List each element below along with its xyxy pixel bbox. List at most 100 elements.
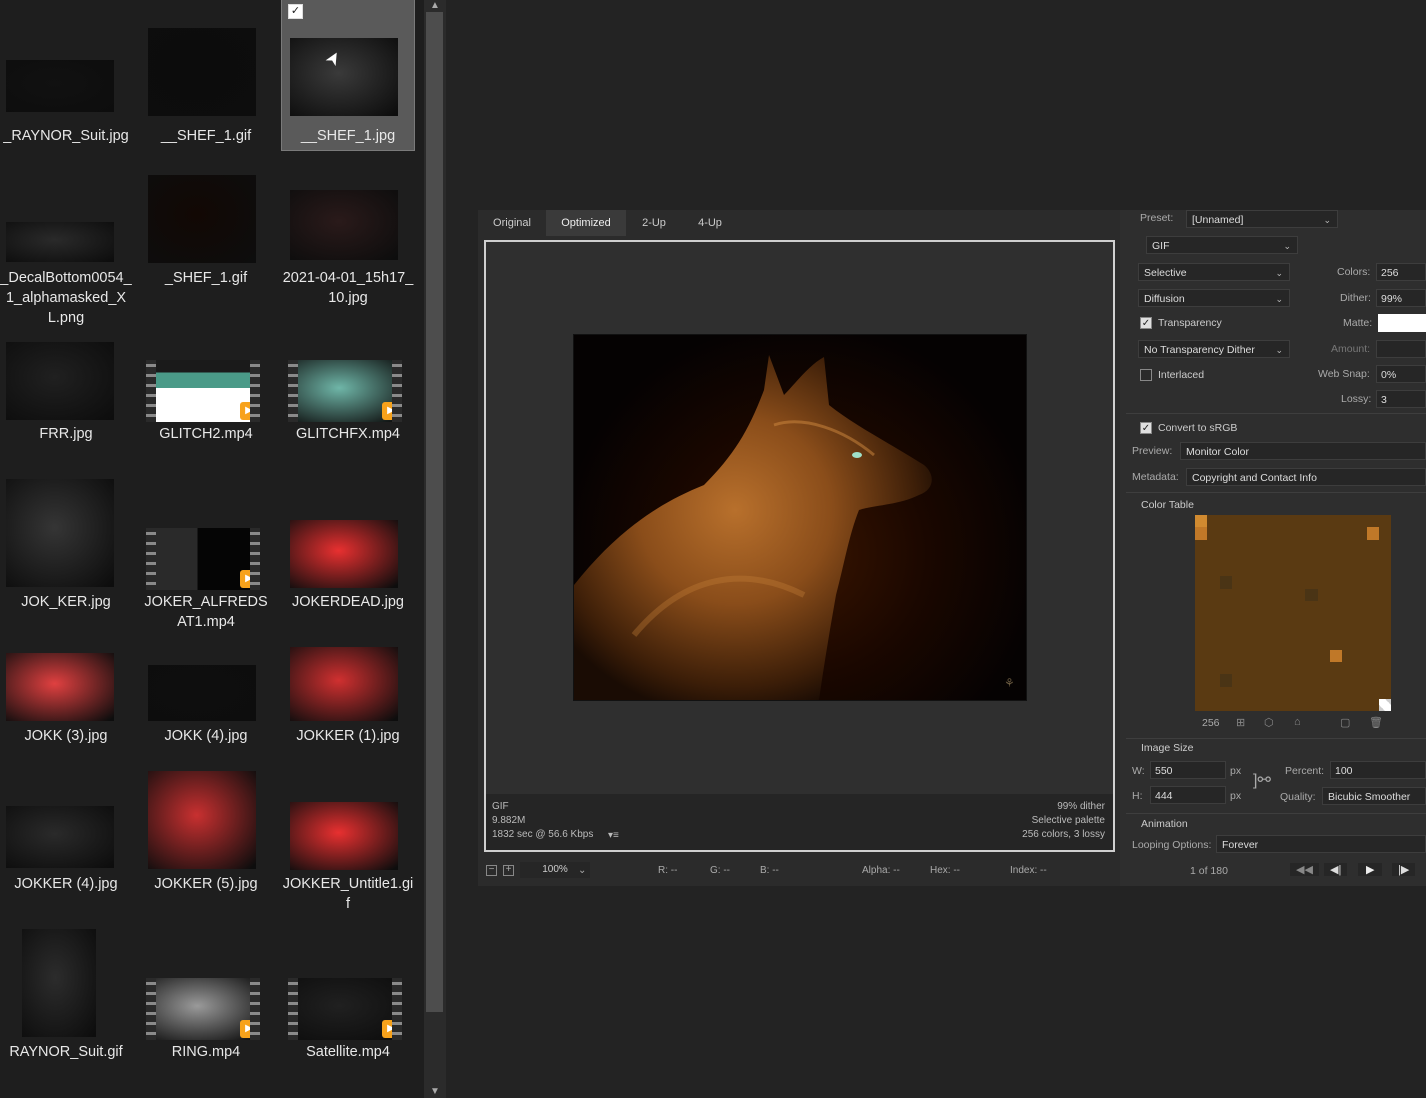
color-swatch[interactable]: [1280, 527, 1293, 540]
color-swatch[interactable]: [1231, 662, 1244, 675]
dither-field[interactable]: 99%: [1376, 289, 1426, 307]
color-swatch[interactable]: [1268, 539, 1281, 552]
color-swatch[interactable]: [1231, 625, 1244, 638]
file-tile[interactable]: JOKERDEAD.jpg: [282, 520, 414, 616]
color-swatch[interactable]: [1293, 576, 1306, 589]
color-swatch[interactable]: [1378, 600, 1391, 613]
color-swatch[interactable]: [1280, 600, 1293, 613]
color-swatch[interactable]: [1378, 613, 1391, 626]
color-swatch[interactable]: [1268, 698, 1281, 711]
color-swatch[interactable]: [1305, 625, 1318, 638]
color-swatch[interactable]: [1219, 674, 1232, 687]
color-swatch[interactable]: [1342, 539, 1355, 552]
color-swatch[interactable]: [1354, 625, 1367, 638]
color-swatch[interactable]: [1378, 539, 1391, 552]
color-swatch[interactable]: [1366, 662, 1379, 675]
color-swatch[interactable]: [1354, 637, 1367, 650]
color-swatch[interactable]: [1244, 600, 1257, 613]
color-swatch[interactable]: [1280, 686, 1293, 699]
scroll-up-icon[interactable]: ▲: [424, 0, 446, 11]
color-swatch[interactable]: [1268, 551, 1281, 564]
color-swatch[interactable]: [1244, 649, 1257, 662]
file-tile[interactable]: JOKKER (4).jpg: [0, 806, 132, 898]
color-swatch[interactable]: [1219, 588, 1232, 601]
color-swatch[interactable]: [1366, 600, 1379, 613]
color-swatch[interactable]: [1231, 564, 1244, 577]
color-swatch[interactable]: [1207, 539, 1220, 552]
height-field[interactable]: 444: [1150, 786, 1226, 804]
color-swatch[interactable]: [1256, 576, 1269, 589]
file-tile[interactable]: 2021-04-01_15h17_10.jpg: [282, 188, 414, 312]
color-swatch[interactable]: [1366, 698, 1379, 711]
preset-select[interactable]: [Unnamed] ⌄: [1186, 210, 1338, 228]
color-swatch[interactable]: [1256, 649, 1269, 662]
color-swatch[interactable]: [1329, 686, 1342, 699]
color-swatch[interactable]: [1244, 637, 1257, 650]
color-swatch[interactable]: [1244, 564, 1257, 577]
color-swatch[interactable]: [1195, 588, 1208, 601]
color-swatch[interactable]: [1378, 564, 1391, 577]
color-swatch[interactable]: [1219, 576, 1232, 589]
color-swatch[interactable]: [1342, 588, 1355, 601]
color-swatch[interactable]: [1195, 662, 1208, 675]
color-swatch[interactable]: [1366, 625, 1379, 638]
color-swatch[interactable]: [1280, 625, 1293, 638]
color-swatch[interactable]: [1317, 662, 1330, 675]
color-swatch[interactable]: [1256, 539, 1269, 552]
color-swatch[interactable]: [1342, 674, 1355, 687]
interlaced-checkbox[interactable]: [1140, 369, 1152, 381]
color-swatch[interactable]: [1317, 649, 1330, 662]
transparency-checkbox[interactable]: ✓: [1140, 317, 1152, 329]
color-swatch[interactable]: [1195, 698, 1208, 711]
scroll-thumb[interactable]: [426, 12, 443, 1012]
color-swatch[interactable]: [1305, 649, 1318, 662]
color-swatch[interactable]: [1293, 527, 1306, 540]
color-swatch[interactable]: [1305, 637, 1318, 650]
color-swatch[interactable]: [1354, 698, 1367, 711]
color-swatch[interactable]: [1329, 515, 1342, 528]
websnap-field[interactable]: 0%: [1376, 365, 1426, 383]
color-swatch[interactable]: [1280, 588, 1293, 601]
color-swatch[interactable]: [1231, 698, 1244, 711]
color-swatch[interactable]: [1305, 600, 1318, 613]
color-swatch[interactable]: [1293, 698, 1306, 711]
color-swatch[interactable]: [1268, 515, 1281, 528]
color-swatch[interactable]: [1342, 662, 1355, 675]
color-swatch[interactable]: [1256, 613, 1269, 626]
tab-original[interactable]: Original: [480, 210, 544, 236]
explorer-scrollbar[interactable]: ▲ ▼: [424, 0, 446, 1098]
menu-icon[interactable]: ▾≡: [608, 830, 619, 841]
color-swatch[interactable]: [1354, 662, 1367, 675]
color-swatch[interactable]: [1280, 564, 1293, 577]
file-tile[interactable]: __SHEF_1.gif: [140, 4, 272, 150]
color-swatch[interactable]: [1219, 698, 1232, 711]
color-swatch[interactable]: [1378, 515, 1391, 528]
preview-canvas[interactable]: ⚘ GIF 9.882M 1832 sec @ 56.6 Kbps ▾≡ 99%…: [484, 240, 1115, 852]
prev-frame-icon[interactable]: ◀|: [1324, 863, 1348, 876]
color-swatch[interactable]: [1231, 674, 1244, 687]
amount-field[interactable]: [1376, 340, 1426, 358]
color-swatch[interactable]: [1231, 588, 1244, 601]
new-color-icon[interactable]: ▢: [1340, 716, 1350, 729]
color-swatch[interactable]: [1317, 674, 1330, 687]
looping-select[interactable]: Forever: [1216, 835, 1426, 853]
tab-optimized[interactable]: Optimized: [546, 210, 626, 236]
color-swatch[interactable]: [1195, 625, 1208, 638]
color-swatch[interactable]: [1195, 539, 1208, 552]
color-swatch[interactable]: [1305, 686, 1318, 699]
color-swatch[interactable]: [1231, 551, 1244, 564]
color-swatch[interactable]: [1366, 686, 1379, 699]
color-swatch[interactable]: [1268, 600, 1281, 613]
color-swatch[interactable]: [1244, 674, 1257, 687]
color-swatch[interactable]: [1378, 588, 1391, 601]
color-swatch[interactable]: [1354, 686, 1367, 699]
color-swatch[interactable]: [1280, 515, 1293, 528]
color-swatch[interactable]: [1366, 613, 1379, 626]
link-icon[interactable]: ]⚯: [1253, 770, 1271, 790]
color-swatch[interactable]: [1268, 527, 1281, 540]
color-swatch[interactable]: [1268, 625, 1281, 638]
color-swatch[interactable]: [1329, 564, 1342, 577]
color-swatch[interactable]: [1366, 674, 1379, 687]
lock-icon[interactable]: ⌂: [1294, 716, 1301, 728]
color-swatch[interactable]: [1244, 539, 1257, 552]
